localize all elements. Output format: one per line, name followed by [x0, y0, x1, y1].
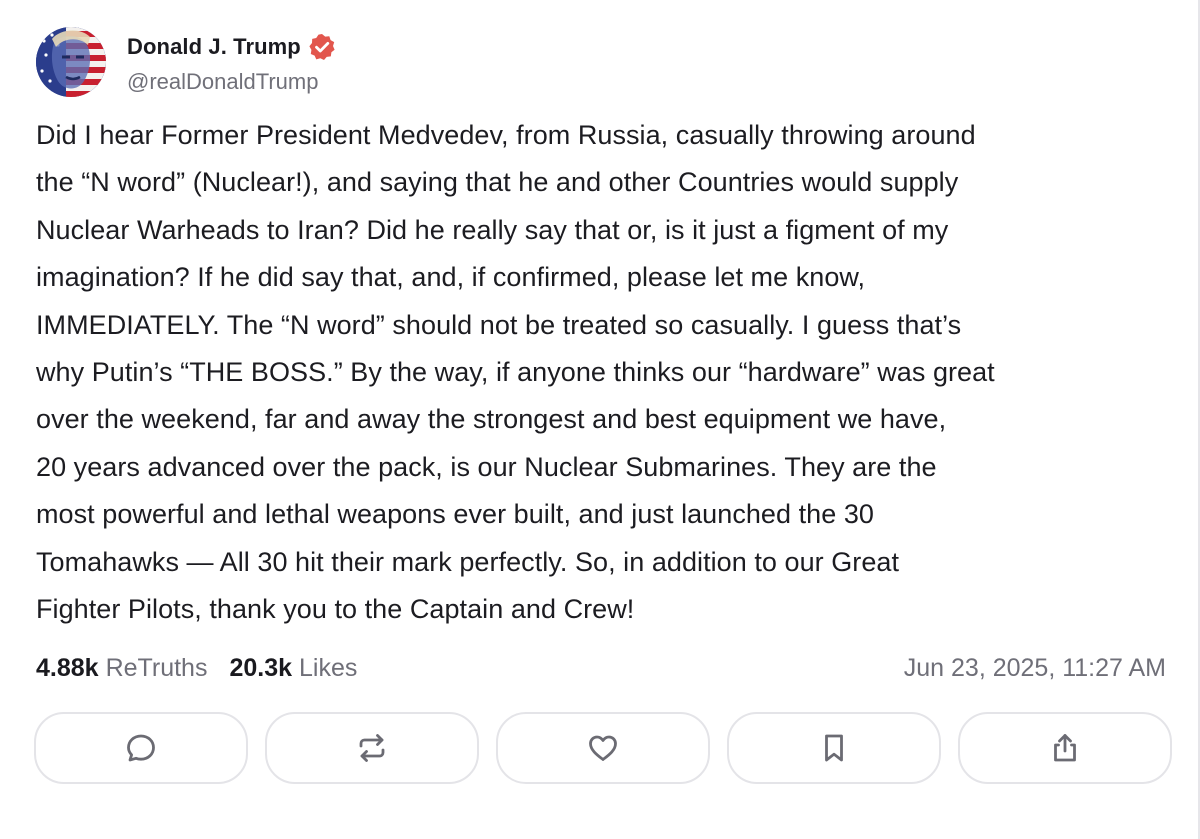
share-icon [1054, 734, 1076, 762]
share-button[interactable] [958, 712, 1172, 784]
likes-count[interactable]: 20.3k [229, 654, 292, 683]
author-handle[interactable]: @realDonaldTrump [127, 69, 337, 95]
display-name-row: Donald J. Trump [127, 29, 337, 65]
avatar-flag-portrait-icon [36, 27, 106, 97]
retruths-label[interactable]: ReTruths [106, 654, 208, 683]
action-bar [34, 712, 1172, 784]
reply-button[interactable] [34, 712, 248, 784]
post-text: Did I hear Former President Medvedev, fr… [36, 120, 995, 625]
like-button[interactable] [496, 712, 710, 784]
retruths-count[interactable]: 4.88k [36, 654, 99, 683]
likes-label[interactable]: Likes [299, 654, 357, 683]
like-heart-icon [589, 735, 617, 761]
post-stats: 4.88k ReTruths 20.3k Likes [36, 648, 357, 688]
retruth-icon [359, 734, 385, 762]
post-header: Donald J. Trump @realDonaldTrump [36, 27, 337, 97]
post-card: Donald J. Trump @realDonaldTrump Did I h… [0, 0, 1200, 839]
bookmark-icon [825, 734, 843, 762]
author-names: Donald J. Trump @realDonaldTrump [127, 29, 337, 95]
verified-badge-icon [307, 32, 337, 62]
retruth-button[interactable] [265, 712, 479, 784]
author-display-name[interactable]: Donald J. Trump [127, 34, 301, 60]
bookmark-button[interactable] [727, 712, 941, 784]
avatar[interactable] [36, 27, 106, 97]
reply-icon [127, 734, 155, 762]
post-timestamp[interactable]: Jun 23, 2025, 11:27 AM [904, 648, 1166, 688]
